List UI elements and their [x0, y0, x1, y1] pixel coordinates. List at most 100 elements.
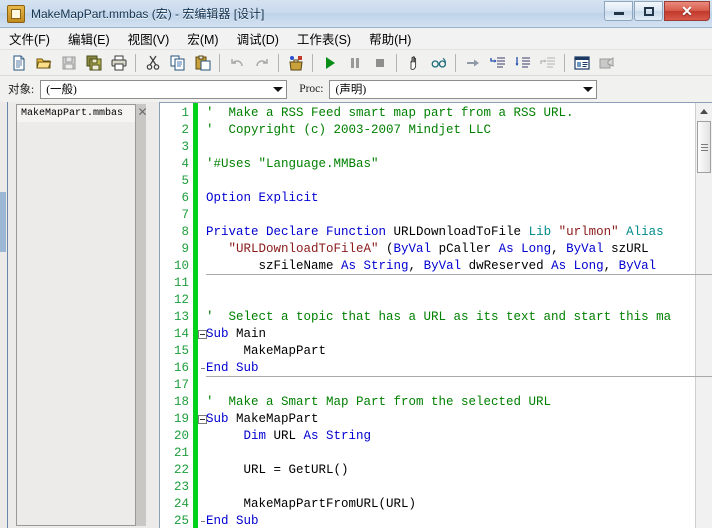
properties-window-button[interactable]	[570, 52, 593, 74]
line-number: 21	[173, 446, 189, 460]
line-number: 19	[173, 412, 189, 426]
code-line[interactable]: ' Make a RSS Feed smart map part from a …	[206, 105, 574, 122]
project-tab-close-button[interactable]: ✕	[136, 105, 149, 118]
code-line[interactable]: End Sub	[206, 513, 259, 528]
proc-combo[interactable]: (声明)	[329, 79, 598, 99]
code-line[interactable]: "URLDownloadToFileA" (ByVal pCaller As L…	[206, 241, 649, 258]
code-token: Main	[236, 327, 267, 341]
scroll-up-button[interactable]	[696, 103, 712, 120]
object-combo[interactable]: (一般)	[40, 79, 288, 99]
fold-end-marker	[201, 521, 205, 522]
menu-help[interactable]: 帮助(H)	[360, 27, 420, 51]
code-line[interactable]: Private Declare Function URLDownloadToFi…	[206, 224, 664, 241]
toggle-breakpoint-button[interactable]	[402, 52, 425, 74]
scrollbar-thumb[interactable]	[697, 121, 711, 173]
proc-combo-value: (声明)	[335, 84, 367, 96]
close-icon: ✕	[137, 104, 148, 119]
paste-button[interactable]	[191, 52, 214, 74]
properties-window-icon	[573, 55, 590, 71]
code-token: URL	[273, 429, 304, 443]
toolbar-separator	[564, 53, 565, 72]
scroll-thumb-grip-icon	[700, 142, 708, 153]
stop-button[interactable]	[368, 52, 391, 74]
menu-edit[interactable]: 编辑(E)	[59, 27, 119, 51]
minimize-icon	[613, 12, 624, 15]
code-token: ' Make a RSS Feed smart map part from a …	[206, 106, 574, 120]
code-line[interactable]: End Sub	[206, 360, 259, 377]
fold-end-marker	[201, 368, 205, 369]
line-number: 9	[181, 242, 189, 256]
code-line[interactable]: '#Uses "Language.MMBas"	[206, 156, 379, 173]
code-editor[interactable]: 1 2 3 4 5 6 7 8 9 10 11 12 13 14 15 16 17 18 19 20 21 22 23 24 2…	[159, 102, 712, 528]
toolbar-separator	[312, 53, 313, 72]
code-token: ' Select a topic that has a URL as its t…	[206, 310, 672, 324]
project-tab[interactable]: MakeMapPart.mmbas	[16, 104, 136, 122]
proc-label: Proc:	[299, 83, 324, 95]
procedure-separator	[206, 376, 712, 377]
new-file-button[interactable]	[7, 52, 30, 74]
object-browser-button[interactable]	[595, 52, 618, 74]
code-token: URLDownloadToFile	[393, 225, 529, 239]
line-number: 13	[173, 310, 189, 324]
line-number: 2	[181, 123, 189, 137]
code-folding-column[interactable]	[198, 103, 207, 528]
code-line[interactable]: Dim URL As String	[206, 428, 372, 445]
code-line[interactable]: szFileName As String, ByVal dwReserved A…	[206, 258, 657, 275]
code-text-area[interactable]: ' Make a RSS Feed smart map part from a …	[206, 103, 712, 528]
code-token: ,	[408, 259, 424, 273]
code-line[interactable]: ' Select a topic that has a URL as its t…	[206, 309, 671, 326]
save-all-button[interactable]	[82, 52, 105, 74]
copy-button[interactable]	[166, 52, 189, 74]
code-line[interactable]: MakeMapPartFromURL(URL)	[206, 496, 417, 513]
code-line[interactable]: Option Explicit	[206, 190, 319, 207]
step-into-button[interactable]	[486, 52, 509, 74]
menu-view[interactable]: 视图(V)	[119, 27, 179, 51]
code-line[interactable]: MakeMapPart	[206, 343, 327, 360]
pause-button[interactable]	[343, 52, 366, 74]
run-icon	[322, 55, 338, 71]
print-button[interactable]	[107, 52, 130, 74]
code-line[interactable]: URL = GetURL()	[206, 462, 349, 479]
pause-icon	[347, 55, 363, 71]
project-panel-body[interactable]	[16, 121, 136, 526]
code-token: ' Copyright (c) 2003-2007 Mindjet LLC	[206, 123, 492, 137]
open-file-button[interactable]	[32, 52, 55, 74]
undo-button[interactable]	[225, 52, 248, 74]
cut-button[interactable]	[141, 52, 164, 74]
code-token: MakeMapPartFromURL(URL)	[206, 497, 417, 511]
watch-window-button[interactable]	[427, 52, 450, 74]
toolbar-separator	[396, 53, 397, 72]
menu-worksheet[interactable]: 工作表(S)	[288, 27, 360, 51]
menu-macro[interactable]: 宏(M)	[178, 27, 227, 51]
show-current-line-button[interactable]	[461, 52, 484, 74]
code-token: ,	[551, 242, 567, 256]
window-title: MakeMapPart.mmbas (宏) - 宏编辑器 [设计]	[31, 7, 265, 21]
minimize-button[interactable]	[604, 1, 633, 21]
line-number: 11	[173, 276, 189, 290]
code-line[interactable]: Sub Main	[206, 326, 266, 343]
code-token: szFileName	[206, 259, 342, 273]
menu-file[interactable]: 文件(F)	[0, 27, 59, 51]
code-token: As String	[341, 259, 409, 273]
macro-toolbox-button[interactable]	[284, 52, 307, 74]
code-token: Private Declare Function	[206, 225, 394, 239]
step-over-button[interactable]	[511, 52, 534, 74]
object-browser-icon	[599, 55, 615, 71]
run-button[interactable]	[318, 52, 341, 74]
menu-debug[interactable]: 调试(D)	[228, 27, 288, 51]
window-controls: ✕	[603, 1, 710, 21]
code-token: szURL	[611, 242, 649, 256]
code-line[interactable]: ' Make a Smart Map Part from the selecte…	[206, 394, 551, 411]
save-button[interactable]	[57, 52, 80, 74]
maximize-button[interactable]	[634, 1, 663, 21]
current-line-arrow-icon	[465, 55, 481, 71]
line-number-gutter: 1 2 3 4 5 6 7 8 9 10 11 12 13 14 15 16 17 18 19 20 21 22 23 24 2…	[160, 103, 193, 528]
code-token: (	[386, 242, 394, 256]
vertical-scrollbar[interactable]	[695, 103, 712, 528]
code-line[interactable]: ' Copyright (c) 2003-2007 Mindjet LLC	[206, 122, 491, 139]
close-button[interactable]: ✕	[664, 1, 710, 21]
code-line[interactable]: Sub MakeMapPart	[206, 411, 319, 428]
step-out-button[interactable]	[536, 52, 559, 74]
redo-button[interactable]	[250, 52, 273, 74]
